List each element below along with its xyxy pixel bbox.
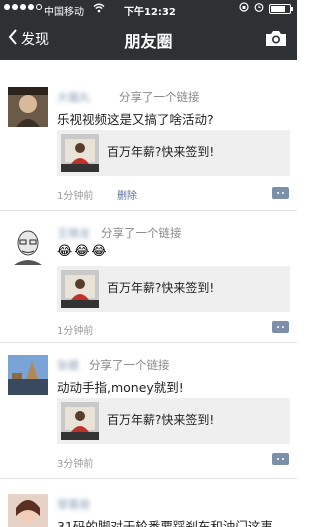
laughing-emoji-icon: 😂	[91, 244, 107, 259]
laughing-emoji-icon: 😂	[74, 244, 90, 259]
feed-post: 邹喜丽 31码的脚对于轮番要踩刹车和油门这事	[0, 494, 297, 527]
nav-bar: 发现 朋友圈	[0, 18, 297, 60]
post-text: 31码的脚对于轮番要踩刹车和油门这事	[57, 519, 273, 527]
clock: 下午12:32	[124, 7, 176, 18]
link-title: 百万年薪?快来签到!	[107, 145, 215, 159]
avatar[interactable]	[8, 225, 48, 265]
feed-post: 大猫丸 分享了一个链接 乐视视频这是又搞了啥活动? 百万年薪?快来签到! 1分钟…	[0, 87, 297, 211]
camera-icon	[265, 31, 287, 51]
shared-link-card[interactable]: 百万年薪?快来签到!	[57, 266, 290, 312]
author-name[interactable]: 邹喜丽	[57, 496, 90, 512]
author-name[interactable]: 张健	[57, 357, 79, 373]
shared-link-card[interactable]: 百万年薪?快来签到!	[57, 398, 290, 444]
avatar[interactable]	[8, 355, 48, 395]
avatar[interactable]	[8, 87, 48, 127]
post-time: 1分钟前	[57, 326, 94, 337]
camera-button[interactable]	[265, 29, 287, 51]
feed-post: 张健 分享了一个链接 动动手指,money就到! 百万年薪?快来签到! 3分钟前	[0, 355, 297, 479]
wifi-icon	[93, 3, 105, 16]
author-name[interactable]: 王晓龙	[57, 225, 90, 241]
comment-icon[interactable]	[272, 187, 289, 199]
comment-icon[interactable]	[272, 453, 289, 465]
share-caption: 分享了一个链接	[101, 226, 182, 240]
post-time: 1分钟前	[57, 191, 94, 202]
post-text: 动动手指,money就到!	[57, 380, 184, 395]
comment-icon[interactable]	[272, 321, 289, 333]
post-time: 3分钟前	[57, 459, 94, 470]
link-thumbnail	[61, 134, 99, 172]
share-caption: 分享了一个链接	[119, 90, 200, 104]
rotation-lock-icon	[239, 2, 249, 15]
moments-feed[interactable]: 大猫丸 分享了一个链接 乐视视频这是又搞了啥活动? 百万年薪?快来签到! 1分钟…	[0, 60, 297, 527]
emoji-row: 😂 😂 😂	[57, 244, 107, 259]
status-bar: 中国移动 下午12:32	[0, 0, 297, 18]
laughing-emoji-icon: 😂	[57, 244, 73, 259]
link-title: 百万年薪?快来签到!	[107, 281, 215, 295]
battery-icon	[269, 3, 293, 14]
feed-post: 王晓龙 分享了一个链接 😂 😂 😂 百万年薪?快来签到! 1分钟前	[0, 225, 297, 343]
shared-link-card[interactable]: 百万年薪?快来签到!	[57, 130, 290, 176]
post-text: 乐视视频这是又搞了啥活动?	[57, 112, 214, 127]
avatar[interactable]	[8, 494, 48, 527]
link-thumbnail	[61, 402, 99, 440]
author-name[interactable]: 大猫丸	[57, 89, 90, 105]
carrier-name: 中国移动	[44, 7, 84, 18]
alarm-icon	[254, 2, 264, 15]
delete-link[interactable]: 删除	[117, 187, 137, 202]
page-title: 朋友圈	[124, 32, 173, 51]
link-title: 百万年薪?快来签到!	[107, 413, 215, 427]
signal-strength-icon	[4, 4, 42, 10]
share-caption: 分享了一个链接	[89, 358, 170, 372]
link-thumbnail	[61, 270, 99, 308]
